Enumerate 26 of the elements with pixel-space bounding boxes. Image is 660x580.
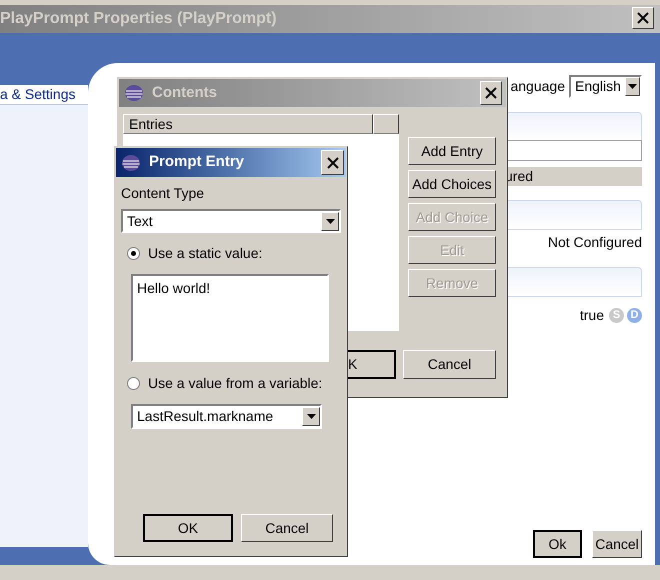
language-select[interactable]: English — [569, 75, 642, 98]
dialog-button[interactable]: OK — [143, 514, 233, 542]
dialog-button[interactable]: Cancel — [592, 530, 642, 558]
dialog-button[interactable]: Ok — [533, 530, 582, 558]
radio-label: Use a static value: — [148, 244, 262, 263]
field-label: Content Type — [121, 184, 206, 203]
status-text: Not Configured — [548, 233, 642, 252]
column-header[interactable]: Entries — [123, 114, 373, 134]
sidebar-item[interactable]: a & Settings — [0, 85, 88, 105]
dialog-button[interactable]: Cancel — [403, 350, 496, 379]
select-value: English — [574, 77, 622, 96]
select-value: LastResult.markname — [136, 407, 274, 426]
language-label: anguage — [510, 77, 565, 96]
value-text: true — [580, 306, 604, 325]
title-bar: PlayPrompt Properties (PlayPrompt) — [0, 5, 660, 33]
dialog-button[interactable]: Add Choices — [408, 170, 496, 198]
select-value: Text — [126, 212, 154, 230]
dialog-title: Contents — [152, 82, 217, 103]
static-value-field[interactable]: Hello world! — [131, 274, 329, 362]
content-type-select[interactable]: Text — [121, 209, 341, 233]
dialog-title: Prompt Entry — [149, 152, 244, 172]
dialog-button[interactable]: Cancel — [241, 514, 333, 542]
dialog-button[interactable]: K — [348, 350, 396, 379]
dialog-button[interactable]: Add Entry — [408, 137, 496, 165]
variable-select[interactable]: LastResult.markname — [131, 404, 322, 429]
radio-label: Use a value from a variable: — [148, 374, 322, 393]
